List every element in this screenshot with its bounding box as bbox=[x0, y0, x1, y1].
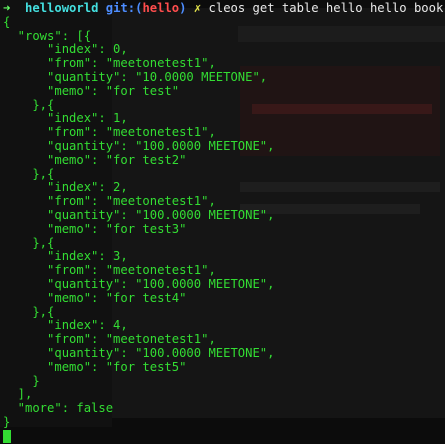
output-line: },{ bbox=[3, 304, 55, 319]
prompt-branch-close: ) bbox=[179, 1, 187, 15]
output-line: "index": 3, bbox=[3, 249, 128, 264]
prompt-arrow-icon: ➜ bbox=[3, 1, 11, 15]
output-line: "memo": "for test4" bbox=[3, 290, 187, 305]
prompt-git-label: git: bbox=[105, 1, 136, 15]
output-line: } bbox=[3, 373, 40, 388]
git-dirty-icon: ✗ bbox=[193, 1, 202, 15]
prompt-directory: helloworld bbox=[25, 1, 99, 15]
output-line: "memo": "for test5" bbox=[3, 359, 187, 374]
output-line: "more": false bbox=[3, 401, 114, 416]
output-line: } bbox=[3, 414, 11, 429]
output-line: "index": 1, bbox=[3, 111, 128, 126]
output-line: "memo": "for test" bbox=[3, 83, 180, 98]
output-line: "from": "meetonetest1", bbox=[3, 332, 216, 347]
output-line: { bbox=[3, 14, 11, 29]
output-line: "from": "meetonetest1", bbox=[3, 125, 216, 140]
output-line: "quantity": "100.0000 MEETONE", bbox=[3, 345, 275, 360]
output-line: "quantity": "100.0000 MEETONE", bbox=[3, 276, 275, 291]
output-line: "index": 2, bbox=[3, 180, 128, 195]
cursor-line[interactable] bbox=[3, 429, 445, 444]
output-line: "quantity": "100.0000 MEETONE", bbox=[3, 207, 275, 222]
output-line: "rows": [{ bbox=[3, 28, 92, 43]
output-line: "index": 4, bbox=[3, 318, 128, 333]
terminal-cursor bbox=[3, 429, 11, 443]
prompt-branch-name: hello bbox=[142, 1, 180, 15]
output-line: "memo": "for test3" bbox=[3, 221, 187, 236]
output-line: "quantity": "10.0000 MEETONE", bbox=[3, 69, 268, 84]
command-text: cleos get table hello hello book bbox=[208, 1, 444, 15]
command-output: { "rows": [{ "index": 0, "from": "meeton… bbox=[3, 14, 445, 430]
output-line: "memo": "for test2" bbox=[3, 152, 187, 167]
output-line: },{ bbox=[3, 166, 55, 181]
output-line: "from": "meetonetest1", bbox=[3, 194, 216, 209]
terminal-window[interactable]: ➜ helloworld git:(hello) ✗ cleos get tab… bbox=[3, 1, 445, 444]
output-line: "index": 0, bbox=[3, 42, 128, 57]
output-line: },{ bbox=[3, 97, 55, 112]
output-line: "from": "meetonetest1", bbox=[3, 56, 216, 71]
command-prompt-line: ➜ helloworld git:(hello) ✗ cleos get tab… bbox=[3, 1, 445, 16]
output-line: "quantity": "100.0000 MEETONE", bbox=[3, 138, 275, 153]
output-line: },{ bbox=[3, 235, 55, 250]
output-line: ], bbox=[3, 387, 33, 402]
output-line: "from": "meetonetest1", bbox=[3, 263, 216, 278]
